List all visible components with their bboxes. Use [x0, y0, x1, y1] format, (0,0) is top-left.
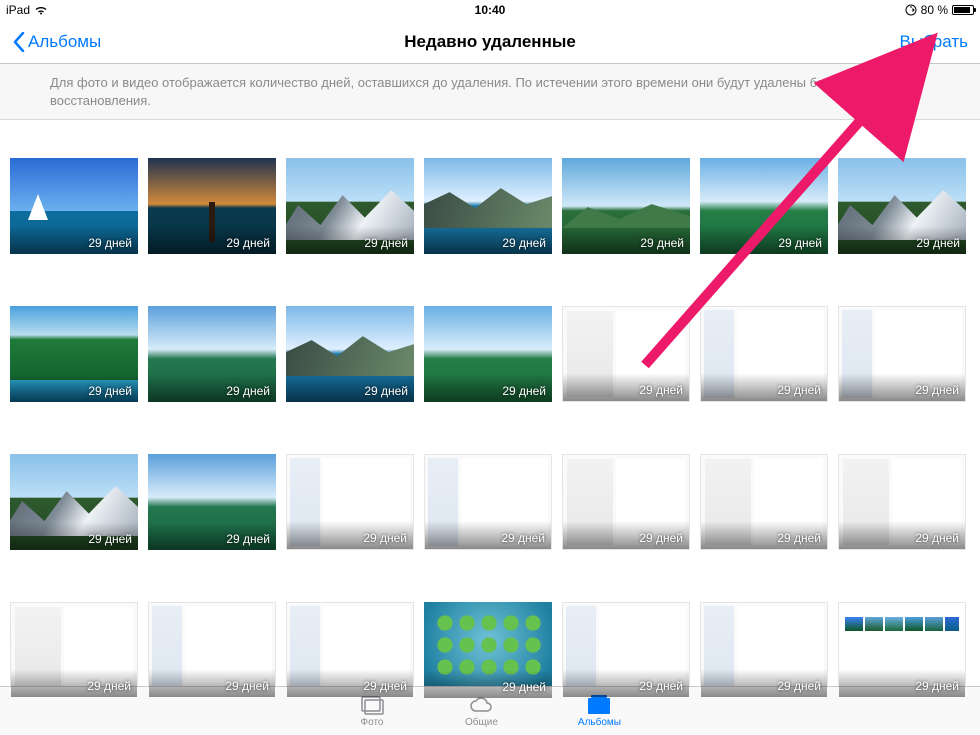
photo-thumbnail[interactable]: 29 дней: [838, 454, 966, 550]
days-remaining-label: 29 дней: [364, 236, 408, 250]
photos-icon: [359, 694, 385, 716]
back-button[interactable]: Альбомы: [12, 32, 101, 52]
tab-albums-label: Альбомы: [578, 717, 621, 728]
days-remaining-label: 29 дней: [87, 679, 131, 693]
days-remaining-label: 29 дней: [88, 384, 132, 398]
days-remaining-label: 29 дней: [777, 679, 821, 693]
days-remaining-label: 29 дней: [640, 236, 684, 250]
photo-thumbnail[interactable]: 29 дней: [562, 306, 690, 402]
days-remaining-label: 29 дней: [226, 384, 270, 398]
nav-bar: Альбомы Недавно удаленные Выбрать: [0, 20, 980, 64]
days-remaining-label: 29 дней: [502, 384, 546, 398]
photo-thumbnail[interactable]: 29 дней: [562, 158, 690, 254]
photo-thumbnail[interactable]: 29 дней: [10, 454, 138, 550]
clock: 10:40: [475, 3, 506, 17]
photo-thumbnail[interactable]: 29 дней: [286, 454, 414, 550]
days-remaining-label: 29 дней: [639, 531, 683, 545]
photo-thumbnail[interactable]: 29 дней: [562, 602, 690, 698]
days-remaining-label: 29 дней: [364, 384, 408, 398]
tab-photos[interactable]: Фото: [359, 694, 385, 728]
days-remaining-label: 29 дней: [363, 531, 407, 545]
photo-thumbnail[interactable]: 29 дней: [700, 306, 828, 402]
status-bar: iPad 10:40 80 %: [0, 0, 980, 20]
page-title: Недавно удаленные: [404, 32, 576, 52]
days-remaining-label: 29 дней: [915, 383, 959, 397]
days-remaining-label: 29 дней: [88, 532, 132, 546]
photo-thumbnail[interactable]: 29 дней: [424, 602, 552, 698]
battery-pct: 80 %: [921, 3, 948, 17]
days-remaining-label: 29 дней: [502, 680, 546, 694]
back-label: Альбомы: [28, 32, 101, 52]
photo-thumbnail[interactable]: 29 дней: [148, 158, 276, 254]
days-remaining-label: 29 дней: [777, 531, 821, 545]
photo-thumbnail[interactable]: 29 дней: [286, 158, 414, 254]
photo-thumbnail[interactable]: 29 дней: [838, 306, 966, 402]
days-remaining-label: 29 дней: [639, 383, 683, 397]
photo-thumbnail[interactable]: 29 дней: [424, 158, 552, 254]
photo-thumbnail[interactable]: 29 дней: [838, 602, 966, 698]
photo-thumbnail[interactable]: 29 дней: [286, 602, 414, 698]
info-banner: Для фото и видео отображается количество…: [0, 64, 980, 120]
days-remaining-label: 29 дней: [363, 679, 407, 693]
tab-albums[interactable]: Альбомы: [578, 694, 621, 728]
days-remaining-label: 29 дней: [916, 236, 960, 250]
photo-thumbnail[interactable]: 29 дней: [148, 454, 276, 550]
photo-thumbnail[interactable]: 29 дней: [286, 306, 414, 402]
orientation-lock-icon: [905, 4, 917, 16]
photo-thumbnail[interactable]: 29 дней: [424, 306, 552, 402]
photo-thumbnail[interactable]: 29 дней: [424, 454, 552, 550]
tab-shared-label: Общие: [465, 717, 498, 728]
photo-grid-container: 29 дней 29 дней 29 дней 29 дней 29 дней 29 дн…: [0, 120, 980, 708]
days-remaining-label: 29 дней: [639, 679, 683, 693]
select-button[interactable]: Выбрать: [900, 32, 968, 52]
photo-thumbnail[interactable]: 29 дней: [10, 602, 138, 698]
days-remaining-label: 29 дней: [226, 532, 270, 546]
photo-thumbnail[interactable]: 29 дней: [10, 158, 138, 254]
photo-thumbnail[interactable]: 29 дней: [700, 602, 828, 698]
photo-thumbnail[interactable]: 29 дней: [10, 306, 138, 402]
tab-photos-label: Фото: [361, 717, 384, 728]
photo-thumbnail[interactable]: 29 дней: [700, 454, 828, 550]
photo-thumbnail[interactable]: 29 дней: [838, 158, 966, 254]
days-remaining-label: 29 дней: [502, 236, 546, 250]
days-remaining-label: 29 дней: [915, 679, 959, 693]
days-remaining-label: 29 дней: [778, 236, 822, 250]
days-remaining-label: 29 дней: [226, 236, 270, 250]
battery-icon: [952, 5, 974, 15]
days-remaining-label: 29 дней: [777, 383, 821, 397]
days-remaining-label: 29 дней: [225, 679, 269, 693]
photo-thumbnail[interactable]: 29 дней: [148, 602, 276, 698]
wifi-icon: [34, 5, 48, 15]
albums-icon: [586, 694, 612, 716]
photo-thumbnail[interactable]: 29 дней: [700, 158, 828, 254]
photo-thumbnail[interactable]: 29 дней: [148, 306, 276, 402]
photo-grid: 29 дней 29 дней 29 дней 29 дней 29 дней 29 дн…: [10, 158, 970, 698]
days-remaining-label: 29 дней: [915, 531, 959, 545]
device-label: iPad: [6, 3, 30, 17]
tab-shared[interactable]: Общие: [465, 694, 498, 728]
days-remaining-label: 29 дней: [88, 236, 132, 250]
chevron-left-icon: [12, 32, 26, 52]
photo-thumbnail[interactable]: 29 дней: [562, 454, 690, 550]
days-remaining-label: 29 дней: [501, 531, 545, 545]
